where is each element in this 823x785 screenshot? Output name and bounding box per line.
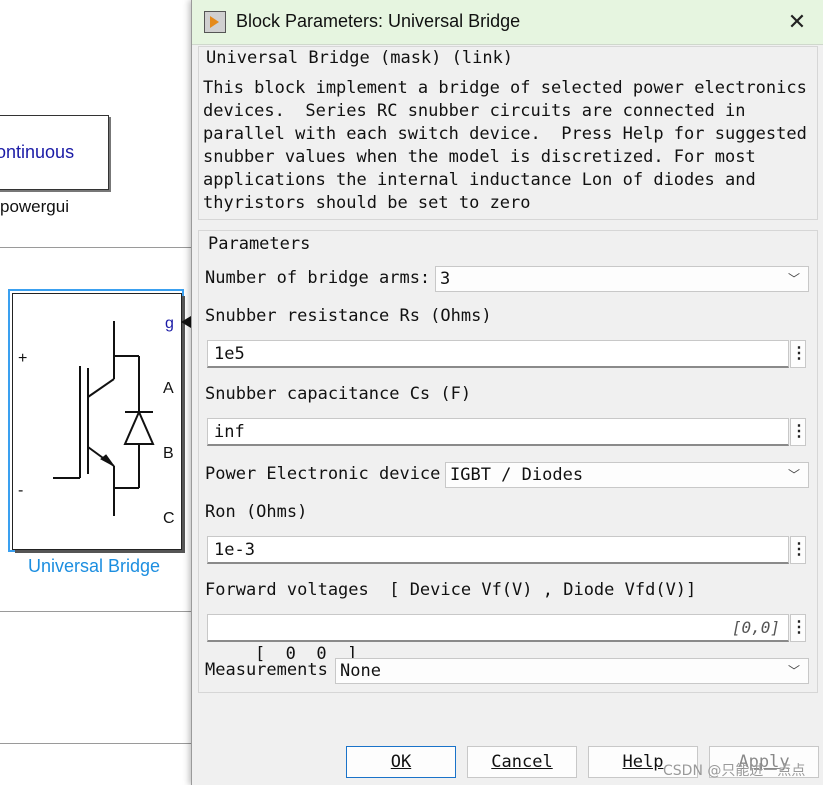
universal-bridge-block[interactable]: [12, 293, 182, 550]
measurements-value: None: [340, 661, 381, 681]
chevron-down-icon: ﹀: [787, 468, 800, 482]
snubber-cs-options-button[interactable]: ⋮: [790, 418, 807, 446]
help-button-label: Help: [622, 752, 664, 772]
description-text: This block implement a bridge of selecte…: [203, 78, 807, 213]
parameters-title: Parameters: [208, 234, 311, 254]
powergui-mode-text: ontinuous: [0, 142, 75, 162]
forward-voltages-hint: [0,0]: [731, 618, 780, 637]
ok-button[interactable]: OK: [346, 746, 456, 778]
dialog-titlebar[interactable]: Block Parameters: Universal Bridge ✕: [192, 0, 823, 45]
close-button[interactable]: ✕: [786, 11, 808, 33]
ron-input[interactable]: 1e-3: [207, 536, 789, 564]
snubber-cs-label: Snubber capacitance Cs (F): [205, 384, 472, 404]
chevron-down-icon: ﹀: [787, 272, 800, 286]
snubber-cs-input[interactable]: inf: [207, 418, 789, 446]
forward-voltages-input[interactable]: [ 0 0 ] [0,0]: [207, 614, 789, 664]
watermark: CSDN @只能进一点点: [663, 763, 806, 779]
forward-voltages-options-button[interactable]: ⋮: [790, 614, 807, 642]
snubber-rs-options-button[interactable]: ⋮: [790, 340, 807, 368]
forward-voltages-label: Forward voltages [ Device Vf(V) , Diode …: [205, 580, 697, 600]
ron-options-button[interactable]: ⋮: [790, 536, 807, 564]
chevron-down-icon: ﹀: [787, 664, 800, 678]
cancel-button[interactable]: Cancel: [467, 746, 577, 778]
device-select[interactable]: IGBT / Diodes ﹀: [445, 462, 809, 488]
port-a: A: [163, 380, 174, 397]
port-b: B: [163, 445, 174, 462]
powergui-label: powergui: [0, 197, 69, 216]
ron-label: Ron (Ohms): [205, 502, 308, 522]
port-plus: +: [18, 350, 28, 367]
measurements-label: Measurements: [205, 660, 328, 680]
bridge-arms-value: 3: [440, 269, 451, 289]
cancel-button-label: Cancel: [491, 752, 553, 772]
igbt-diode-symbol: [53, 321, 155, 516]
bridge-arms-select[interactable]: 3 ﹀: [435, 266, 809, 292]
ok-button-label: OK: [390, 752, 412, 772]
dialog-title: Block Parameters: Universal Bridge: [236, 11, 521, 31]
device-value: IGBT / Diodes: [450, 465, 584, 485]
input-arrow-icon: [181, 316, 191, 328]
port-minus: -: [18, 482, 24, 499]
port-g: g: [165, 315, 174, 332]
bridge-arms-label: Number of bridge arms:: [205, 268, 431, 288]
snubber-rs-label: Snubber resistance Rs (Ohms): [205, 306, 492, 326]
device-label: Power Electronic device: [205, 464, 441, 484]
measurements-select[interactable]: None ﹀: [335, 658, 809, 684]
port-c: C: [163, 510, 175, 527]
description-title: Universal Bridge (mask) (link): [206, 48, 514, 68]
simulink-block-icon: [204, 11, 226, 33]
block-parameters-dialog: Block Parameters: Universal Bridge ✕ Uni…: [191, 0, 823, 785]
universal-bridge-label: Universal Bridge: [28, 556, 161, 576]
snubber-rs-input[interactable]: 1e5: [207, 340, 789, 368]
